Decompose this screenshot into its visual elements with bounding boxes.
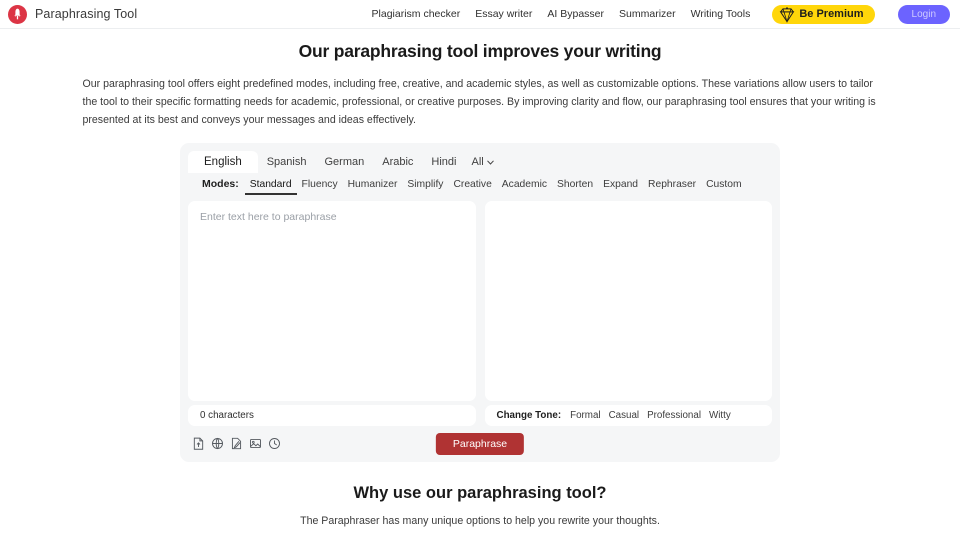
main-nav: Plagiarism checker Essay writer AI Bypas… [372,4,950,24]
modes-label: Modes: [202,178,239,190]
language-all-label: All [471,156,484,168]
brand-name: Paraphrasing Tool [35,7,138,21]
editor-tool-icons [188,437,281,450]
hero-section: Our paraphrasing tool improves your writ… [0,29,960,129]
page-title: Our paraphrasing tool improves your writ… [298,41,662,61]
image-upload-icon[interactable] [249,437,262,450]
paraphrase-output[interactable] [484,201,772,401]
translate-globe-icon[interactable] [211,437,224,450]
be-premium-label: Be Premium [799,8,864,20]
nav-plagiarism-checker[interactable]: Plagiarism checker [372,8,461,20]
chevron-down-icon [486,156,494,168]
brand[interactable]: Paraphrasing Tool [8,4,138,24]
mode-standard[interactable]: Standard [244,179,297,195]
mode-simplify[interactable]: Simplify [402,179,448,195]
mode-creative[interactable]: Creative [448,179,496,195]
paraphrase-button[interactable]: Paraphrase [435,432,525,455]
paste-document-icon[interactable] [230,437,243,450]
change-tone-label: Change Tone: [496,410,562,421]
language-tab-arabic[interactable]: Arabic [373,151,422,173]
mode-rephraser[interactable]: Rephraser [643,179,701,195]
nav-essay-writer[interactable]: Essay writer [475,8,532,20]
mode-fluency[interactable]: Fluency [297,179,343,195]
history-clock-icon[interactable] [268,437,281,450]
editor-row: Enter text here to paraphrase 0 characte… [188,201,772,426]
output-footer: Change Tone: Formal Casual Professional … [484,405,772,426]
input-column: Enter text here to paraphrase 0 characte… [188,201,476,426]
upload-file-icon[interactable] [192,437,205,450]
tone-witty[interactable]: Witty [705,410,735,421]
input-footer: 0 characters [188,405,476,426]
language-tab-hindi[interactable]: Hindi [422,151,465,173]
diamond-icon [779,6,795,23]
rocket-pen-logo-icon [8,4,27,24]
actions-row: Paraphrase [188,432,772,455]
output-column: Change Tone: Formal Casual Professional … [484,201,772,426]
mode-custom[interactable]: Custom [701,179,746,195]
paraphrase-tool-panel: English Spanish German Arabic Hindi All … [180,143,780,462]
hero-description: Our paraphrasing tool offers eight prede… [82,78,876,126]
language-tab-german[interactable]: German [315,151,373,173]
paraphrase-input[interactable]: Enter text here to paraphrase [188,201,476,401]
language-tabs: English Spanish German Arabic Hindi All [188,151,772,173]
why-section: Why use our paraphrasing tool? The Parap… [0,484,960,527]
why-subtitle: The Paraphraser has many unique options … [300,515,660,527]
mode-humanizer[interactable]: Humanizer [343,179,403,195]
character-count: 0 characters [200,410,254,421]
be-premium-button[interactable]: Be Premium [772,4,875,24]
input-placeholder: Enter text here to paraphrase [200,211,337,223]
language-tab-english[interactable]: English [188,151,258,173]
tone-formal[interactable]: Formal [566,410,604,421]
nav-writing-tools[interactable]: Writing Tools [691,8,751,20]
nav-summarizer[interactable]: Summarizer [619,8,676,20]
change-tone-row: Change Tone: Formal Casual Professional … [497,410,735,421]
language-tab-spanish[interactable]: Spanish [258,151,316,173]
language-tab-all[interactable]: All [466,151,503,173]
tone-casual[interactable]: Casual [605,410,644,421]
site-header: Paraphrasing Tool Plagiarism checker Ess… [0,0,960,29]
mode-academic[interactable]: Academic [497,179,552,195]
why-title: Why use our paraphrasing tool? [353,484,607,502]
mode-expand[interactable]: Expand [598,179,643,195]
login-button[interactable]: Login [897,4,950,24]
mode-shorten[interactable]: Shorten [552,179,598,195]
modes-row: Modes: Standard Fluency Humanizer Simpli… [188,173,772,201]
tone-professional[interactable]: Professional [643,410,705,421]
nav-ai-bypasser[interactable]: AI Bypasser [547,8,604,20]
